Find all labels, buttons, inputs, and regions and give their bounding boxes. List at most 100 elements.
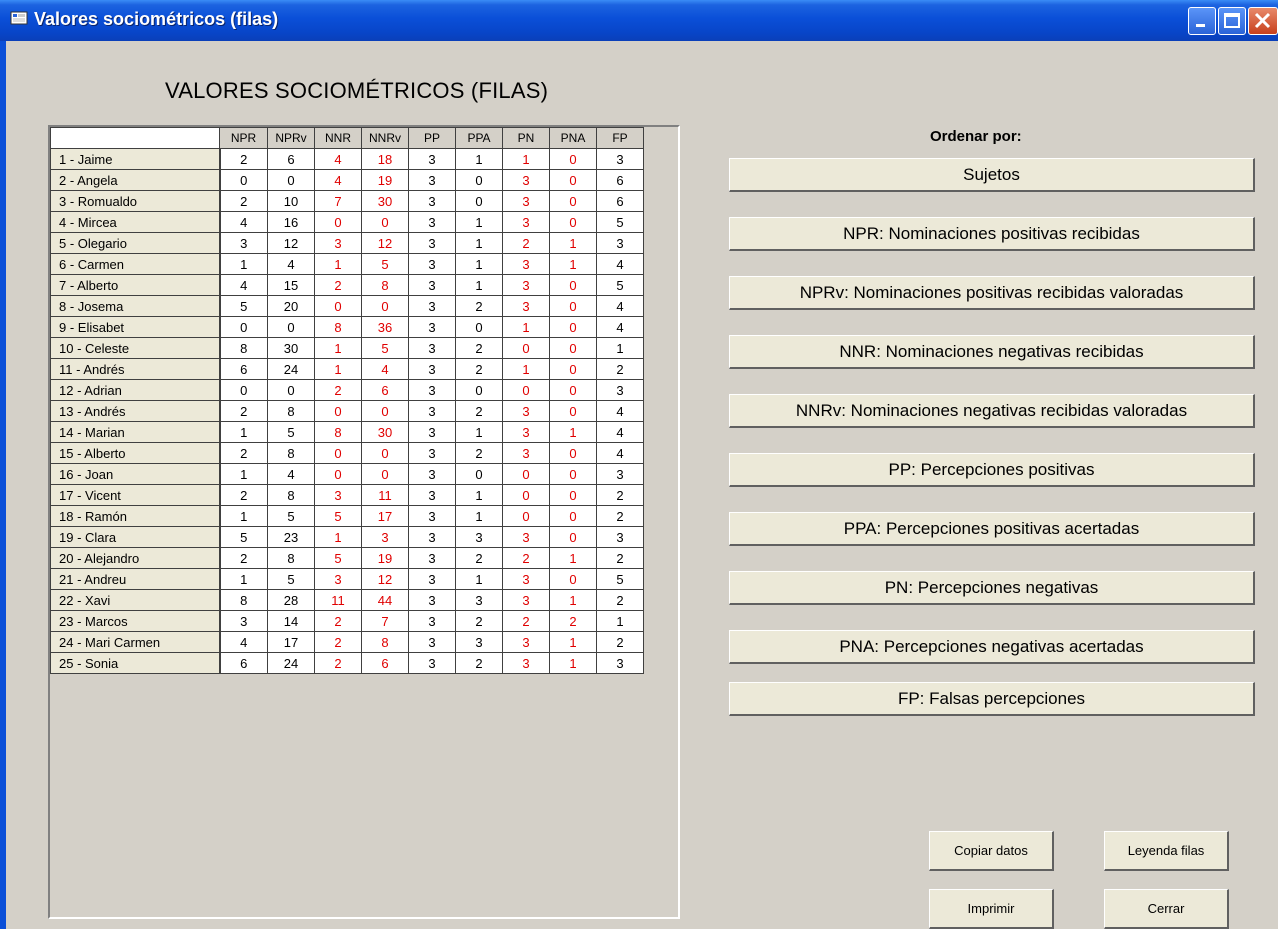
table-cell[interactable]: 4 <box>596 421 644 443</box>
sort-nprv-button[interactable]: NPRv: Nominaciones positivas recibidas v… <box>729 276 1255 310</box>
sort-pp-button[interactable]: PP: Percepciones positivas <box>729 453 1255 487</box>
table-cell[interactable]: 2 <box>219 484 268 506</box>
table-cell[interactable]: 4 <box>361 358 409 380</box>
table-cell[interactable]: 0 <box>549 295 597 317</box>
table-cell[interactable]: 24 <box>267 652 315 674</box>
table-row[interactable]: 4 - Mircea 4 16 0 0 3 1 3 0 5 <box>50 211 644 233</box>
table-cell[interactable]: 1 <box>314 526 362 548</box>
table-cell[interactable]: 1 <box>219 463 268 485</box>
table-cell[interactable]: 3 <box>408 484 456 506</box>
table-cell[interactable]: 1 <box>455 253 503 275</box>
table-cell[interactable]: 4 <box>267 253 315 275</box>
table-cell[interactable]: 2 <box>502 232 550 254</box>
table-cell[interactable]: 2 <box>455 547 503 569</box>
table-row[interactable]: 22 - Xavi 8 28 11 44 3 3 3 1 2 <box>50 589 644 611</box>
table-cell[interactable]: 3 <box>502 169 550 191</box>
table-cell[interactable]: 2 <box>596 547 644 569</box>
column-header[interactable]: PP <box>408 127 456 149</box>
table-cell[interactable]: 5 <box>267 568 315 590</box>
row-legend-button[interactable]: Leyenda filas <box>1104 831 1229 871</box>
table-cell[interactable]: 1 <box>549 253 597 275</box>
table-cell[interactable]: 3 <box>502 568 550 590</box>
table-cell[interactable]: 4 <box>596 400 644 422</box>
table-cell[interactable]: 1 <box>596 610 644 632</box>
table-cell[interactable]: 3 <box>361 526 409 548</box>
table-row[interactable]: 6 - Carmen 1 4 1 5 3 1 3 1 4 <box>50 253 644 275</box>
table-cell[interactable]: 3 <box>408 631 456 653</box>
table-cell[interactable]: 0 <box>502 463 550 485</box>
table-cell[interactable]: 6 <box>596 190 644 212</box>
table-cell[interactable]: 1 <box>314 337 362 359</box>
table-cell[interactable]: 0 <box>361 442 409 464</box>
table-cell[interactable]: 1 <box>455 484 503 506</box>
table-cell[interactable]: 5 <box>219 526 268 548</box>
table-cell[interactable]: 44 <box>361 589 409 611</box>
print-button[interactable]: Imprimir <box>929 889 1054 929</box>
table-cell[interactable]: 3 <box>502 253 550 275</box>
table-cell[interactable]: 2 <box>455 442 503 464</box>
table-row[interactable]: 24 - Mari Carmen 4 17 2 8 3 3 3 1 2 <box>50 631 644 653</box>
table-cell[interactable]: 0 <box>549 505 597 527</box>
table-cell[interactable]: 5 <box>267 505 315 527</box>
table-cell[interactable]: 0 <box>267 169 315 191</box>
table-cell[interactable]: 5 <box>361 253 409 275</box>
table-row[interactable]: 12 - Adrian 0 0 2 6 3 0 0 0 3 <box>50 379 644 401</box>
table-cell[interactable]: 0 <box>549 190 597 212</box>
table-cell[interactable]: 0 <box>267 379 315 401</box>
table-row[interactable]: 23 - Marcos 3 14 2 7 3 2 2 2 1 <box>50 610 644 632</box>
table-cell[interactable]: 30 <box>361 421 409 443</box>
table-cell[interactable]: 3 <box>502 589 550 611</box>
table-cell[interactable]: 0 <box>549 568 597 590</box>
table-cell[interactable]: 30 <box>361 190 409 212</box>
table-cell[interactable]: 4 <box>596 253 644 275</box>
table-cell[interactable]: 8 <box>314 316 362 338</box>
table-cell[interactable]: 2 <box>455 358 503 380</box>
table-cell[interactable]: 3 <box>408 358 456 380</box>
table-cell[interactable]: 1 <box>549 652 597 674</box>
table-cell[interactable]: 1 <box>455 148 503 170</box>
table-cell[interactable]: 2 <box>549 610 597 632</box>
table-cell[interactable]: 3 <box>502 526 550 548</box>
table-row[interactable]: 15 - Alberto 2 8 0 0 3 2 3 0 4 <box>50 442 644 464</box>
table-cell[interactable]: 5 <box>596 211 644 233</box>
table-cell[interactable]: 5 <box>219 295 268 317</box>
table-cell[interactable]: 4 <box>219 631 268 653</box>
table-cell[interactable]: 0 <box>219 316 268 338</box>
table-cell[interactable]: 0 <box>455 379 503 401</box>
table-cell[interactable]: 3 <box>408 148 456 170</box>
table-cell[interactable]: 3 <box>408 190 456 212</box>
table-cell[interactable]: 3 <box>502 652 550 674</box>
table-cell[interactable]: 2 <box>314 631 362 653</box>
table-cell[interactable]: 0 <box>549 148 597 170</box>
table-cell[interactable]: 3 <box>455 526 503 548</box>
table-row[interactable]: 16 - Joan 1 4 0 0 3 0 0 0 3 <box>50 463 644 485</box>
table-cell[interactable]: 3 <box>408 568 456 590</box>
table-cell[interactable]: 2 <box>219 148 268 170</box>
table-cell[interactable]: 11 <box>314 589 362 611</box>
table-row[interactable]: 25 - Sonia 6 24 2 6 3 2 3 1 3 <box>50 652 644 674</box>
table-cell[interactable]: 14 <box>267 610 315 632</box>
table-row[interactable]: 8 - Josema 5 20 0 0 3 2 3 0 4 <box>50 295 644 317</box>
table-cell[interactable]: 3 <box>596 652 644 674</box>
table-cell[interactable]: 1 <box>502 148 550 170</box>
table-cell[interactable]: 0 <box>455 316 503 338</box>
table-cell[interactable]: 5 <box>314 505 362 527</box>
table-cell[interactable]: 0 <box>549 358 597 380</box>
table-cell[interactable]: 4 <box>596 316 644 338</box>
table-cell[interactable]: 4 <box>219 274 268 296</box>
table-cell[interactable]: 2 <box>219 442 268 464</box>
table-cell[interactable]: 3 <box>408 442 456 464</box>
table-cell[interactable]: 4 <box>596 295 644 317</box>
table-row[interactable]: 18 - Ramón 1 5 5 17 3 1 0 0 2 <box>50 505 644 527</box>
table-row[interactable]: 2 - Angela 0 0 4 19 3 0 3 0 6 <box>50 169 644 191</box>
table-cell[interactable]: 1 <box>502 358 550 380</box>
table-cell[interactable]: 1 <box>219 568 268 590</box>
table-cell[interactable]: 1 <box>502 316 550 338</box>
maximize-button[interactable] <box>1218 7 1246 35</box>
table-cell[interactable]: 1 <box>219 505 268 527</box>
table-cell[interactable]: 3 <box>408 463 456 485</box>
table-cell[interactable]: 0 <box>361 211 409 233</box>
table-cell[interactable]: 3 <box>408 505 456 527</box>
table-cell[interactable]: 3 <box>408 379 456 401</box>
table-cell[interactable]: 2 <box>314 274 362 296</box>
